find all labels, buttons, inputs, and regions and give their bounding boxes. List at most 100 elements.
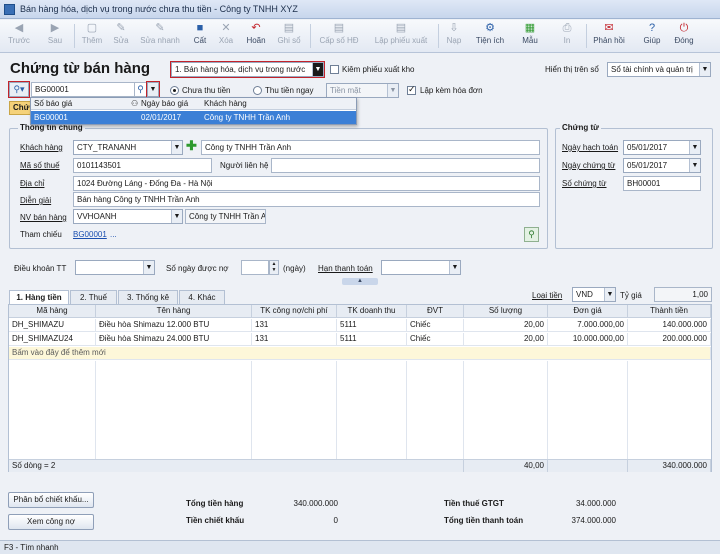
table-row-cell[interactable]: 7.000.000,00	[548, 319, 628, 332]
col-header-debt-account[interactable]: TK công nợ/chi phí	[252, 305, 337, 318]
credit-days-spinner[interactable]: ▲ ▼	[269, 260, 279, 275]
due-date-field[interactable]: ▼	[381, 260, 461, 275]
post-button[interactable]: ▤ Ghi sổ	[274, 22, 304, 52]
undo-button[interactable]: ↶ Hoãn	[242, 22, 270, 52]
page-title: Chứng từ bán hàng	[10, 60, 151, 77]
credit-days-field[interactable]	[241, 260, 269, 275]
col-header-revenue-account[interactable]: TK doanh thu	[337, 305, 407, 318]
collapse-toggle[interactable]: ▲	[342, 278, 378, 285]
voucher-no-field[interactable]: BH00001	[623, 176, 701, 191]
table-row-cell[interactable]: 20,00	[464, 319, 548, 332]
col-header-unit-price[interactable]: Đơn giá	[548, 305, 628, 318]
voucher-date-field[interactable]: 05/01/2017 ▼	[623, 158, 701, 173]
table-row-cell[interactable]: 140.000.000	[628, 319, 711, 332]
search-button[interactable]: ⚲	[134, 82, 147, 97]
tab-goods-money[interactable]: 1. Hàng tiền	[9, 290, 69, 304]
discount-label: Tiền chiết khấu	[186, 516, 245, 525]
table-row-cell[interactable]: 10.000.000,00	[548, 333, 628, 346]
help-icon: ?	[648, 22, 656, 34]
chevron-down-icon: ▼	[604, 288, 615, 301]
transaction-type-select[interactable]: 1. Bán hàng hóa, dịch vụ trong nước ▼	[170, 61, 325, 78]
save-button[interactable]: ■ Cất	[188, 22, 212, 52]
add-button[interactable]: ▢ Thêm	[78, 22, 106, 52]
table-row-cell[interactable]: Chiếc	[407, 333, 464, 346]
cash-method-select[interactable]: Tiền mặt ▼	[326, 83, 399, 98]
reference-search-button[interactable]: ⚲	[524, 227, 539, 242]
col-header-amount[interactable]: Thành tiền	[628, 305, 711, 318]
feedback-button[interactable]: ✉ Phản hồi	[590, 22, 628, 52]
next-button[interactable]: ▶ Sau	[40, 22, 70, 52]
posting-date-label: Ngày hạch toán	[562, 143, 619, 152]
view-debt-button[interactable]: Xem công nợ	[8, 514, 94, 530]
reference-link[interactable]: BG00001	[73, 230, 107, 239]
tax-code-field[interactable]: 0101143501	[73, 158, 212, 173]
posting-date-field[interactable]: 05/01/2017 ▼	[623, 140, 701, 155]
credit-days-label: Số ngày được nợ	[166, 264, 229, 273]
address-field[interactable]: 1024 Đường Láng - Đống Đa - Hà Nội	[73, 176, 540, 191]
utilities-button[interactable]: ⚙ Tiện ích	[472, 22, 508, 52]
tab-other[interactable]: 4. Khác	[179, 290, 225, 304]
link-document-button[interactable]: ⚲▾	[8, 81, 30, 98]
rate-field[interactable]: 1,00	[654, 287, 712, 302]
col-divider	[547, 361, 548, 459]
load-icon: ⇩	[449, 22, 459, 34]
col-header-item-code[interactable]: Mã hàng	[9, 305, 96, 318]
salesperson-select[interactable]: VVHOANH ▼	[73, 209, 183, 224]
col-divider	[336, 361, 337, 459]
add-customer-icon[interactable]: ✚	[185, 139, 198, 153]
chevron-down-icon: ▼	[149, 86, 157, 93]
edit-button[interactable]: ✎ Sửa	[108, 22, 134, 52]
post-invoice-button[interactable]: ▤ Cấp số HĐ	[316, 22, 362, 52]
ref-dropdown-button[interactable]: ▼	[146, 81, 160, 98]
reference-more-link[interactable]: ...	[110, 230, 117, 239]
paid-label: Thu tiền ngay	[265, 86, 314, 95]
delete-icon: ✕	[221, 22, 231, 34]
table-row-cell[interactable]: DH_SHIMAZU24	[9, 333, 96, 346]
col-header-unit[interactable]: ĐVT	[407, 305, 464, 318]
customer-name-field[interactable]: Công ty TNHH Trần Anh	[201, 140, 540, 155]
display-ledger-select[interactable]: Sổ tài chính và quản trị ▼	[607, 62, 711, 77]
arrow-right-icon: ▶	[50, 22, 60, 34]
chevron-down-icon: ▼	[699, 63, 710, 76]
load-button[interactable]: ⇩ Nạp	[442, 22, 466, 52]
delivery-note-checkbox[interactable]	[330, 65, 339, 74]
chevron-down-icon: ▼	[171, 141, 182, 154]
title-bar: Bán hàng hóa, dịch vụ trong nước chưa th…	[0, 0, 720, 19]
table-row-cell[interactable]: 131	[252, 333, 337, 346]
payment-terms-select[interactable]: ▼	[75, 260, 155, 275]
print-button[interactable]: ⎙ In	[554, 22, 580, 52]
with-invoice-checkbox[interactable]	[407, 84, 416, 95]
chevron-down-icon: ▼	[449, 261, 460, 274]
tab-statistics[interactable]: 3. Thống kê	[118, 290, 178, 304]
close-button[interactable]: ⏻ Đóng	[670, 22, 698, 52]
unpaid-radio[interactable]	[170, 86, 179, 95]
contact-field[interactable]	[271, 158, 540, 173]
add-row-hint[interactable]: Bấm vào đây để thêm mới	[9, 347, 711, 360]
table-row-cell[interactable]: Điều hòa Shimazu 12.000 BTU	[96, 319, 252, 332]
quick-edit-button[interactable]: ✎ Sửa nhanh	[136, 22, 184, 52]
description-field[interactable]: Bán hàng Công ty TNHH Trần Anh	[73, 192, 540, 207]
customer-code-select[interactable]: CTY_TRANANH ▼	[73, 140, 183, 155]
customer-label: Khách hàng	[20, 143, 63, 152]
make-delivery-button[interactable]: ▤ Lập phiếu xuất	[368, 22, 434, 52]
table-row-cell[interactable]: 5111	[337, 333, 407, 346]
table-row-cell[interactable]: 200.000.000	[628, 333, 711, 346]
col-header-quantity[interactable]: Số lượng	[464, 305, 548, 318]
table-row-cell[interactable]: 20,00	[464, 333, 548, 346]
paid-radio[interactable]	[253, 86, 262, 95]
table-row-cell[interactable]: 5111	[337, 319, 407, 332]
table-row-cell[interactable]: 131	[252, 319, 337, 332]
help-button[interactable]: ? Giúp	[638, 22, 666, 52]
delete-button[interactable]: ✕ Xóa	[214, 22, 238, 52]
currency-select[interactable]: VND ▼	[572, 287, 616, 302]
table-row-cell[interactable]: Điều hòa Shimazu 24.000 BTU	[96, 333, 252, 346]
ref-input[interactable]: BG00001	[31, 82, 135, 97]
prev-button[interactable]: ◀ Trước	[4, 22, 34, 52]
allocate-discount-button[interactable]: Phân bổ chiết khấu...	[8, 492, 94, 508]
popup-row[interactable]: BG00001 02/01/2017 Công ty TNHH Trần Anh	[31, 111, 356, 124]
table-row-cell[interactable]: DH_SHIMAZU	[9, 319, 96, 332]
table-row-cell[interactable]: Chiếc	[407, 319, 464, 332]
col-header-item-name[interactable]: Tên hàng	[96, 305, 252, 318]
template-button[interactable]: ▦ Mẫu	[512, 22, 548, 52]
tab-tax[interactable]: 2. Thuế	[70, 290, 117, 304]
